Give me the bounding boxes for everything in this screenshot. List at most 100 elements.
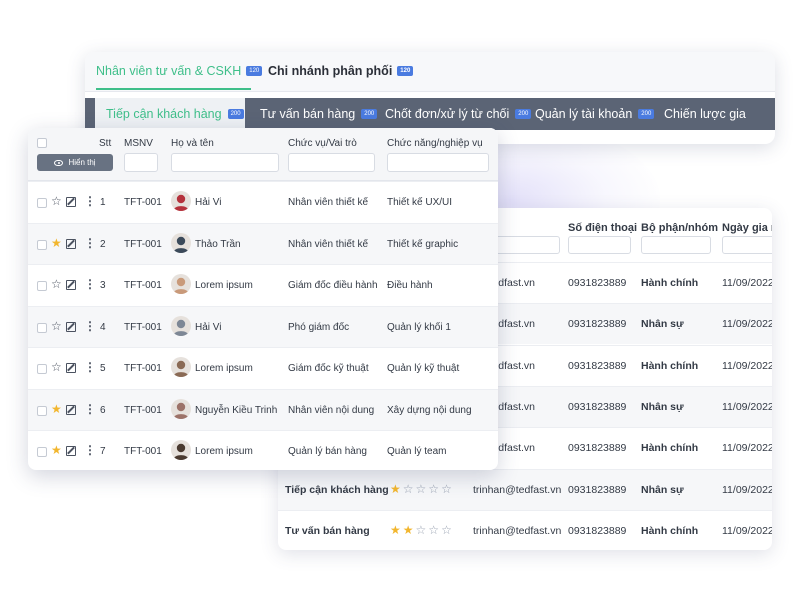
more-options-icon[interactable]: ⋮ (84, 319, 96, 333)
department-cell: Hành chính (641, 277, 699, 289)
name-cell: Hải Vi (195, 197, 222, 208)
function-cell: Quản lý kỹ thuật (387, 363, 460, 374)
name-cell: Thảo Trần (195, 238, 241, 250)
filter-name-input[interactable] (171, 153, 279, 172)
name-cell: Lorem ipsum (195, 446, 253, 457)
star-filled-icon[interactable]: ★ (51, 236, 62, 250)
table-row[interactable]: ★ ⋮ 7 TFT-001 Lorem ipsum Quản lý bán hàng Quả… (28, 430, 498, 470)
row-checkbox[interactable] (37, 364, 47, 374)
more-options-icon[interactable]: ⋮ (84, 360, 96, 374)
position-cell: Nhân viên thiết kế (288, 238, 369, 250)
edit-icon[interactable] (66, 197, 76, 207)
edit-icon[interactable] (66, 363, 76, 373)
function-cell: Quản lý team (387, 446, 447, 457)
star-outline-icon[interactable]: ☆ (51, 277, 62, 291)
table-row[interactable]: ☆ ⋮ 3 TFT-001 Lorem ipsum Giám đốc điều hành Đ… (28, 264, 498, 306)
more-options-icon[interactable]: ⋮ (84, 402, 96, 416)
rating-stars[interactable]: ★☆☆☆☆ (390, 482, 454, 496)
star-outline-icon[interactable]: ☆ (416, 523, 429, 537)
row-checkbox[interactable] (37, 281, 47, 291)
stt-cell: 2 (100, 238, 106, 250)
table-row[interactable]: ☆ ⋮ 1 TFT-001 Hải Vi Nhân viên thiết kế Thiết … (28, 181, 498, 223)
stt-cell: 7 (100, 446, 106, 457)
edit-icon[interactable] (66, 280, 76, 290)
table-row[interactable]: ★ ⋮ 2 TFT-001 Thảo Trần Nhân viên thiết kế Thi… (28, 222, 498, 264)
row-checkbox[interactable] (37, 405, 47, 416)
star-outline-icon[interactable]: ☆ (403, 482, 416, 496)
table-row[interactable]: ☆ ⋮ 4 TFT-001 Hải Vi Phó giám đốc Quản lý khối… (28, 305, 498, 347)
email-cell: trinhan@tedfast.vn (473, 483, 562, 496)
star-outline-icon[interactable]: ☆ (51, 360, 62, 374)
subtab-customer-approach[interactable]: Tiếp cận khách hàng 200 (95, 98, 245, 130)
count-badge: 120 (246, 66, 263, 76)
join-date-cell: 11/09/2022 (722, 359, 772, 372)
count-badge: 200 (227, 109, 244, 119)
filter-date-input[interactable] (722, 236, 772, 254)
star-outline-icon[interactable]: ☆ (441, 523, 454, 537)
join-date-cell: 11/09/2022 (722, 442, 772, 455)
table-row: Tiếp cận khách hàng ★☆☆☆☆ trinhan@tedfast.… (278, 468, 772, 510)
table-row: Tư vấn bán hàng ★★☆☆☆ trinhan@tedfast.vn 09… (278, 509, 772, 550)
more-options-icon[interactable]: ⋮ (84, 277, 96, 291)
join-date-cell: 11/09/2022 (722, 400, 772, 413)
star-outline-icon[interactable]: ☆ (416, 482, 429, 496)
more-options-icon[interactable]: ⋮ (84, 236, 96, 250)
subtab-strategist[interactable]: Chiến lược gia (664, 98, 746, 130)
filter-function-input[interactable] (387, 153, 489, 172)
edit-icon[interactable] (66, 321, 76, 332)
more-options-icon[interactable]: ⋮ (84, 443, 96, 457)
table-row[interactable]: ☆ ⋮ 5 TFT-001 Lorem ipsum Giám đốc kỹ thuật Qu… (28, 347, 498, 389)
select-all-checkbox[interactable] (37, 138, 47, 148)
row-checkbox[interactable] (37, 322, 47, 333)
star-filled-icon[interactable]: ★ (390, 482, 403, 496)
phone-cell: 0931823889 (568, 442, 627, 455)
star-outline-icon[interactable]: ☆ (428, 482, 441, 496)
subtab-sales-consulting[interactable]: Tư vấn bán hàng 200 (260, 98, 378, 130)
row-checkbox[interactable] (37, 239, 47, 250)
function-cell: Xây dựng nội dung (387, 404, 472, 416)
join-date-cell: 11/09/2022 (722, 277, 772, 289)
star-filled-icon[interactable]: ★ (51, 402, 62, 416)
active-tab-indicator (96, 88, 251, 90)
name-cell: Nguyễn Kiều Trinh (195, 404, 278, 416)
position-cell: Nhân viên thiết kế (288, 197, 369, 208)
avatar (171, 398, 191, 419)
subtab-label: Chiến lược gia (664, 107, 746, 121)
star-filled-icon[interactable]: ★ (390, 523, 403, 537)
edit-icon[interactable] (66, 404, 76, 415)
subtab-account-management[interactable]: Quản lý tài khoản 200 (535, 98, 655, 130)
filter-department-input[interactable] (641, 236, 711, 254)
rating-stars[interactable]: ★★☆☆☆ (390, 523, 454, 537)
table-row[interactable]: ★ ⋮ 6 TFT-001 Nguyễn Kiều Trinh Nhân viên nội… (28, 388, 498, 430)
star-filled-icon[interactable]: ★ (51, 443, 62, 457)
filter-email-input[interactable] (493, 236, 560, 254)
header-name: Họ và tên (171, 138, 214, 149)
count-badge: 120 (397, 66, 414, 76)
subtab-label: Tư vấn bán hàng (260, 107, 356, 121)
tab-distribution-branches[interactable]: Chi nhánh phân phối 120 (268, 64, 414, 78)
position-cell: Giám đốc điều hành (288, 280, 378, 291)
star-outline-icon[interactable]: ☆ (428, 523, 441, 537)
stt-cell: 4 (100, 321, 106, 333)
subtab-order-closing[interactable]: Chốt đơn/xử lý từ chối 200 (385, 98, 532, 130)
show-columns-button[interactable]: Hiển thị (37, 154, 113, 171)
star-filled-icon[interactable]: ★ (403, 523, 416, 537)
row-checkbox[interactable] (37, 198, 47, 208)
phone-cell: 0931823889 (568, 277, 627, 289)
avatar (171, 274, 191, 294)
star-outline-icon[interactable]: ☆ (51, 194, 62, 208)
header-msnv: MSNV (124, 138, 153, 149)
filter-phone-input[interactable] (568, 236, 631, 254)
header-function: Chức năng/nghiệp vụ (387, 138, 483, 149)
filter-msnv-input[interactable] (124, 153, 158, 172)
avatar (171, 232, 191, 253)
role-cell: Tư vấn bán hàng (285, 524, 370, 537)
tab-consultants[interactable]: Nhân viên tư vấn & CSKH 120 (96, 64, 267, 78)
edit-icon[interactable] (66, 446, 76, 456)
row-checkbox[interactable] (37, 447, 47, 457)
star-outline-icon[interactable]: ☆ (51, 319, 62, 333)
star-outline-icon[interactable]: ☆ (441, 482, 454, 496)
more-options-icon[interactable]: ⋮ (84, 194, 96, 208)
edit-icon[interactable] (66, 238, 76, 249)
filter-position-input[interactable] (288, 153, 375, 172)
